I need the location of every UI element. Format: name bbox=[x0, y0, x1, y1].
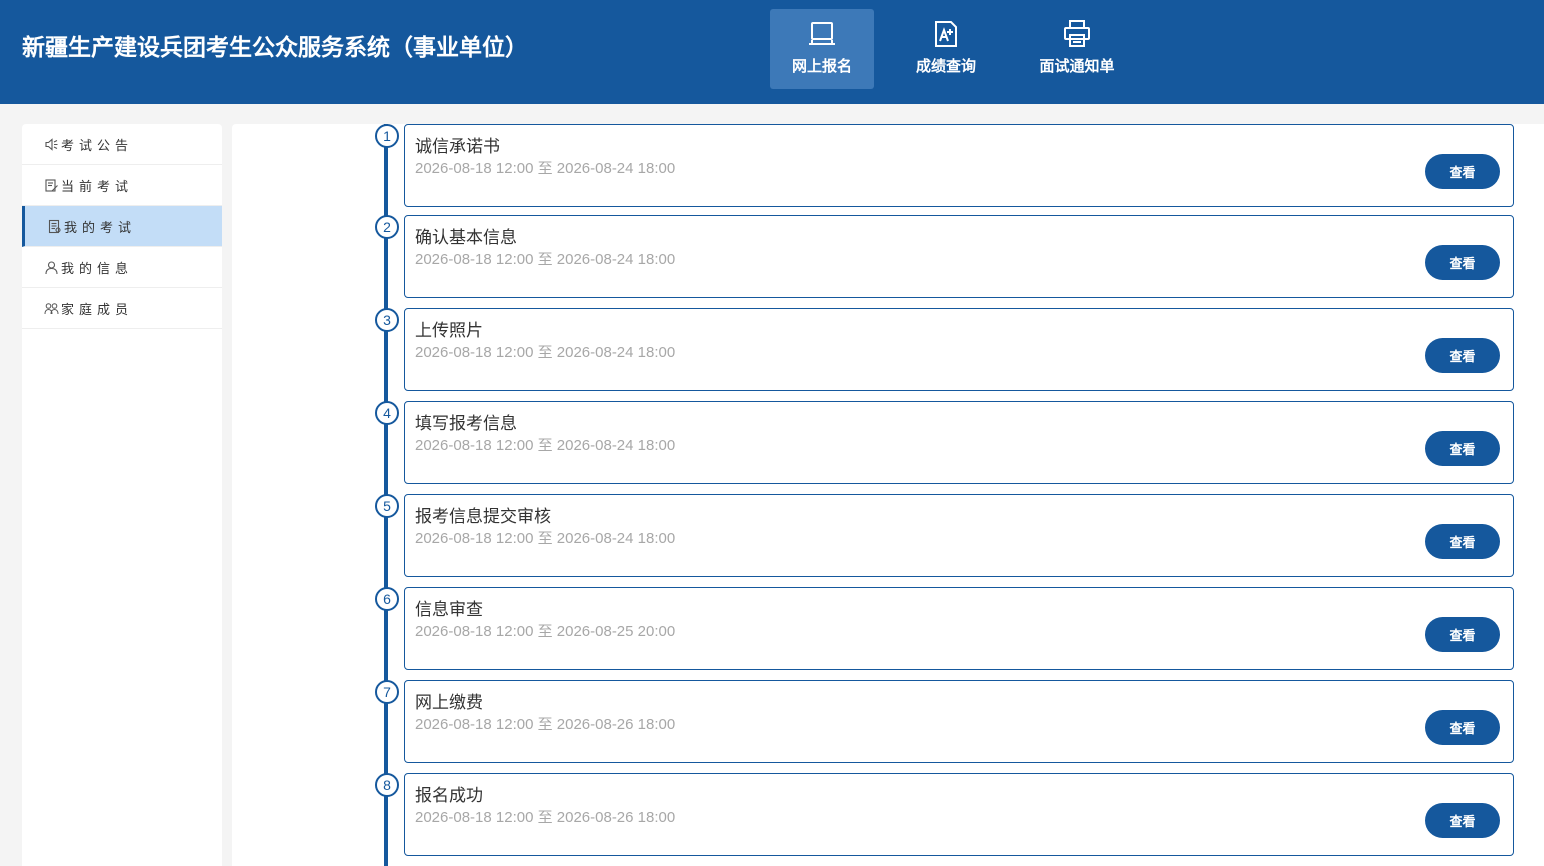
step-title: 报考信息提交审核 bbox=[415, 507, 551, 527]
edit-document-icon bbox=[44, 178, 59, 193]
step-number: 2 bbox=[375, 215, 399, 239]
view-button[interactable]: 查看 bbox=[1425, 431, 1500, 466]
step-number: 1 bbox=[375, 124, 399, 148]
step-date-range: 2026-08-18 12:00 至 2026-08-26 18:00 bbox=[415, 716, 676, 733]
step-card-info-review: 6 信息审查 2026-08-18 12:00 至 2026-08-25 20:… bbox=[375, 587, 1514, 670]
step-card-fill-application-info: 4 填写报考信息 2026-08-18 12:00 至 2026-08-24 1… bbox=[375, 401, 1514, 484]
sidebar-item-label: 家庭成员 bbox=[61, 302, 134, 318]
printer-icon bbox=[1062, 19, 1092, 49]
step-date-range: 2026-08-18 12:00 至 2026-08-26 18:00 bbox=[415, 809, 676, 826]
step-title: 上传照片 bbox=[415, 321, 483, 341]
sidebar-item-label: 我的信息 bbox=[61, 261, 134, 277]
nav-item-label: 网上报名 bbox=[791, 57, 852, 75]
step-card-confirm-basic-info: 2 确认基本信息 2026-08-18 12:00 至 2026-08-24 1… bbox=[375, 215, 1514, 298]
view-button[interactable]: 查看 bbox=[1425, 803, 1500, 838]
step-number: 4 bbox=[375, 401, 399, 425]
sidebar: 考试公告 当前考试 我的考试 我的信息 家庭成员 bbox=[22, 124, 222, 866]
grade-document-icon bbox=[931, 19, 961, 49]
laptop-icon bbox=[807, 19, 837, 49]
view-button[interactable]: 查看 bbox=[1425, 338, 1500, 373]
view-button[interactable]: 查看 bbox=[1425, 154, 1500, 189]
step-card-submit-for-review: 5 报考信息提交审核 2026-08-18 12:00 至 2026-08-24… bbox=[375, 494, 1514, 577]
step-title: 网上缴费 bbox=[415, 693, 483, 713]
nav-item-label: 成绩查询 bbox=[915, 57, 976, 75]
sidebar-item-my-exam[interactable]: 我的考试 bbox=[22, 206, 222, 247]
step-card-upload-photo: 3 上传照片 2026-08-18 12:00 至 2026-08-24 18:… bbox=[375, 308, 1514, 391]
view-button[interactable]: 查看 bbox=[1425, 524, 1500, 559]
top-bar: 新疆生产建设兵团考生公众服务系统（事业单位） 网上报名 成绩查询 面试通知单 bbox=[0, 0, 1544, 104]
document-icon bbox=[47, 219, 62, 234]
main-content: 1 诚信承诺书 2026-08-18 12:00 至 2026-08-24 18… bbox=[232, 124, 1544, 866]
sidebar-item-label: 当前考试 bbox=[61, 179, 134, 195]
step-title: 确认基本信息 bbox=[415, 228, 517, 248]
step-date-range: 2026-08-18 12:00 至 2026-08-24 18:00 bbox=[415, 160, 676, 177]
step-number: 8 bbox=[375, 773, 399, 797]
family-icon bbox=[44, 301, 59, 316]
view-button[interactable]: 查看 bbox=[1425, 710, 1500, 745]
view-button[interactable]: 查看 bbox=[1425, 245, 1500, 280]
step-card-online-payment: 7 网上缴费 2026-08-18 12:00 至 2026-08-26 18:… bbox=[375, 680, 1514, 763]
speaker-icon bbox=[44, 137, 59, 152]
sidebar-item-current-exam[interactable]: 当前考试 bbox=[22, 165, 222, 206]
app-title: 新疆生产建设兵团考生公众服务系统（事业单位） bbox=[22, 35, 528, 61]
step-date-range: 2026-08-18 12:00 至 2026-08-24 18:00 bbox=[415, 437, 676, 454]
nav-item-online-registration[interactable]: 网上报名 bbox=[770, 9, 874, 89]
step-card-integrity-pledge: 1 诚信承诺书 2026-08-18 12:00 至 2026-08-24 18… bbox=[375, 124, 1514, 207]
step-title: 填写报考信息 bbox=[415, 414, 517, 434]
step-date-range: 2026-08-18 12:00 至 2026-08-24 18:00 bbox=[415, 530, 676, 547]
view-button[interactable]: 查看 bbox=[1425, 617, 1500, 652]
sidebar-item-label: 我的考试 bbox=[64, 220, 137, 236]
nav-item-score-query[interactable]: 成绩查询 bbox=[894, 9, 998, 89]
step-number: 6 bbox=[375, 587, 399, 611]
user-icon bbox=[44, 260, 59, 275]
step-number: 5 bbox=[375, 494, 399, 518]
step-date-range: 2026-08-18 12:00 至 2026-08-24 18:00 bbox=[415, 251, 676, 268]
step-date-range: 2026-08-18 12:00 至 2026-08-24 18:00 bbox=[415, 344, 676, 361]
sidebar-item-label: 考试公告 bbox=[61, 138, 134, 154]
step-number: 7 bbox=[375, 680, 399, 704]
sidebar-item-my-info[interactable]: 我的信息 bbox=[22, 247, 222, 288]
step-title: 信息审查 bbox=[415, 600, 483, 620]
sidebar-item-family-members[interactable]: 家庭成员 bbox=[22, 288, 222, 329]
nav-item-label: 面试通知单 bbox=[1039, 57, 1115, 75]
step-title: 报名成功 bbox=[415, 786, 483, 806]
step-title: 诚信承诺书 bbox=[415, 137, 500, 157]
step-number: 3 bbox=[375, 308, 399, 332]
step-date-range: 2026-08-18 12:00 至 2026-08-25 20:00 bbox=[415, 623, 676, 640]
step-card-registration-success: 8 报名成功 2026-08-18 12:00 至 2026-08-26 18:… bbox=[375, 773, 1514, 856]
nav-item-interview-notice[interactable]: 面试通知单 bbox=[1022, 9, 1132, 89]
sidebar-item-exam-announcement[interactable]: 考试公告 bbox=[22, 124, 222, 165]
